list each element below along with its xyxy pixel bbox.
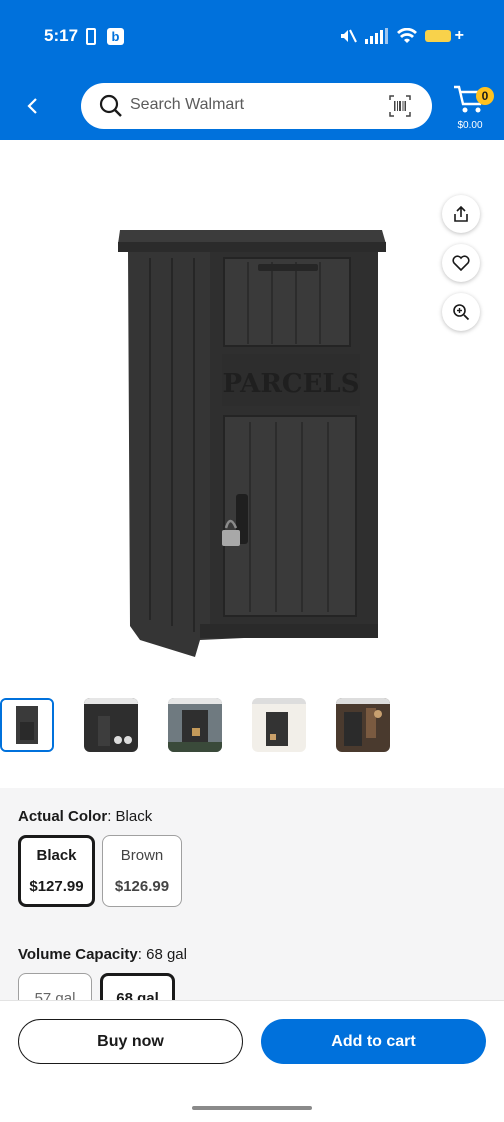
thumbnail-4[interactable] bbox=[252, 698, 306, 752]
mute-icon bbox=[340, 29, 357, 43]
product-image: PARCELS bbox=[118, 230, 386, 657]
thumbnail-image bbox=[336, 698, 390, 752]
cart-total: $0.00 bbox=[457, 120, 483, 131]
thumbnail-5[interactable] bbox=[336, 698, 390, 752]
thumbnail-image bbox=[168, 698, 222, 752]
color-label: Actual Color bbox=[18, 808, 108, 825]
variant-name: Black bbox=[36, 847, 77, 864]
cart-count-badge: 0 bbox=[476, 87, 494, 105]
battery-icon bbox=[424, 30, 451, 42]
variant-brown[interactable]: Brown $126.99 bbox=[102, 835, 182, 907]
heart-icon bbox=[452, 255, 470, 271]
signal-icon bbox=[364, 28, 388, 44]
add-to-cart-button[interactable]: Add to cart bbox=[261, 1019, 486, 1064]
app-header: 5:17 b + Search Walmart 0 $0.00 bbox=[0, 0, 504, 140]
thumbnail-2[interactable] bbox=[84, 698, 138, 752]
capacity-option-label: Volume Capacity: 68 gal bbox=[18, 946, 187, 963]
options-section: Actual Color: Black Black $127.99 Brown … bbox=[0, 788, 504, 1013]
share-icon bbox=[454, 205, 468, 222]
thumbnail-image bbox=[2, 700, 52, 750]
color-option-label: Actual Color: Black bbox=[18, 808, 152, 825]
wifi-icon bbox=[396, 28, 417, 43]
thumbnail-strip bbox=[0, 696, 504, 756]
color-separator: : bbox=[107, 808, 116, 825]
variant-price: $127.99 bbox=[29, 878, 84, 895]
buy-now-button[interactable]: Buy now bbox=[18, 1019, 243, 1064]
status-time: 5:17 bbox=[44, 26, 79, 45]
charging-icon: + bbox=[454, 27, 464, 44]
thumbnail-1[interactable] bbox=[0, 698, 54, 752]
favorite-button[interactable] bbox=[442, 244, 480, 282]
barcode-scan-icon[interactable] bbox=[388, 94, 412, 118]
status-bar: 5:17 b + bbox=[0, 0, 504, 75]
capacity-label: Volume Capacity bbox=[18, 946, 138, 963]
zoom-button[interactable] bbox=[442, 293, 480, 331]
variant-black[interactable]: Black $127.99 bbox=[18, 835, 95, 907]
product-image-gallery[interactable]: PARCELS bbox=[0, 140, 504, 688]
variant-name: Brown bbox=[120, 847, 164, 864]
color-value: Black bbox=[115, 808, 153, 825]
share-button[interactable] bbox=[442, 195, 480, 233]
search-input[interactable]: Search Walmart bbox=[130, 96, 244, 114]
status-icons: + bbox=[339, 27, 464, 45]
thumbnail-image bbox=[252, 698, 306, 752]
capacity-separator: : bbox=[137, 946, 147, 963]
thumbnail-3[interactable] bbox=[168, 698, 222, 752]
b-app-icon: b bbox=[107, 28, 124, 45]
search-icon bbox=[99, 94, 122, 117]
zoom-in-icon bbox=[453, 304, 470, 321]
capacity-value: 68 gal bbox=[146, 946, 187, 963]
variant-price: $126.99 bbox=[114, 878, 170, 895]
chevron-left-icon bbox=[27, 98, 37, 114]
parcels-label: PARCELS bbox=[222, 369, 359, 399]
home-indicator[interactable] bbox=[192, 1106, 312, 1110]
bottom-action-bar: Buy now Add to cart bbox=[0, 1000, 504, 1122]
thumbnail-image bbox=[84, 698, 138, 752]
search-bar[interactable]: Search Walmart bbox=[81, 83, 432, 129]
back-button[interactable] bbox=[20, 92, 44, 120]
battery-saver-icon bbox=[86, 28, 96, 45]
